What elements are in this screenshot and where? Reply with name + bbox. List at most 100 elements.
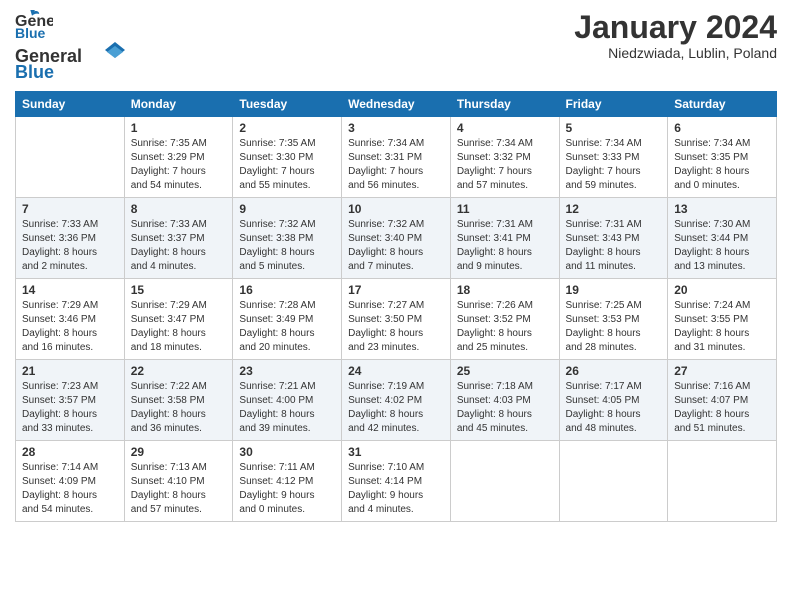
day-info: Sunrise: 7:21 AM Sunset: 4:00 PM Dayligh… — [239, 380, 335, 436]
day-cell — [450, 441, 559, 522]
day-number: 12 — [566, 202, 662, 216]
day-number: 16 — [239, 283, 335, 297]
day-cell: 8Sunrise: 7:33 AM Sunset: 3:37 PM Daylig… — [124, 198, 233, 279]
day-number: 6 — [674, 121, 770, 135]
day-info: Sunrise: 7:10 AM Sunset: 4:14 PM Dayligh… — [348, 461, 444, 517]
day-info: Sunrise: 7:33 AM Sunset: 3:36 PM Dayligh… — [22, 218, 118, 274]
day-cell: 30Sunrise: 7:11 AM Sunset: 4:12 PM Dayli… — [233, 441, 342, 522]
week-row-2: 7 Sunrise: 7:33 AM Sunset: 3:36 PM Daylig… — [16, 198, 777, 279]
day-cell: 2 Sunrise: 7:35 AM Sunset: 3:30 PM Daylig… — [233, 117, 342, 198]
day-number: 5 — [566, 121, 662, 135]
day-cell — [668, 441, 777, 522]
day-cell: 21 Sunrise: 7:23 AM Sunset: 3:57 PM Dayli… — [16, 360, 125, 441]
day-number: 24 — [348, 364, 444, 378]
day-info: Sunrise: 7:31 AM Sunset: 3:41 PM Dayligh… — [457, 218, 553, 274]
week-row-4: 21 Sunrise: 7:23 AM Sunset: 3:57 PM Dayli… — [16, 360, 777, 441]
day-number: 20 — [674, 283, 770, 297]
day-number: 11 — [457, 202, 553, 216]
day-number: 1 — [131, 121, 227, 135]
day-number: 31 — [348, 445, 444, 459]
calendar-table: SundayMondayTuesdayWednesdayThursdayFrid… — [15, 91, 777, 522]
day-info: Sunrise: 7:22 AM Sunset: 3:58 PM Dayligh… — [131, 380, 227, 436]
day-cell: 23Sunrise: 7:21 AM Sunset: 4:00 PM Dayli… — [233, 360, 342, 441]
day-info: Sunrise: 7:13 AM Sunset: 4:10 PM Dayligh… — [131, 461, 227, 517]
day-cell: 28Sunrise: 7:14 AM Sunset: 4:09 PM Dayli… — [16, 441, 125, 522]
day-info: Sunrise: 7:24 AM Sunset: 3:55 PM Dayligh… — [674, 299, 770, 355]
day-number: 14 — [22, 283, 118, 297]
day-number: 3 — [348, 121, 444, 135]
day-number: 19 — [566, 283, 662, 297]
day-cell: 22 Sunrise: 7:22 AM Sunset: 3:58 PM Dayli… — [124, 360, 233, 441]
day-cell: 16 Sunrise: 7:28 AM Sunset: 3:49 PM Dayli… — [233, 279, 342, 360]
day-number: 4 — [457, 121, 553, 135]
day-number: 10 — [348, 202, 444, 216]
day-info: Sunrise: 7:35 AM Sunset: 3:30 PM Dayligh… — [239, 137, 335, 193]
day-cell: 5 Sunrise: 7:34 AM Sunset: 3:33 PM Daylig… — [559, 117, 668, 198]
day-cell: 3 Sunrise: 7:34 AM Sunset: 3:31 PM Daylig… — [342, 117, 451, 198]
logo-full: General Blue — [15, 42, 125, 80]
day-cell — [16, 117, 125, 198]
day-cell: 13 Sunrise: 7:30 AM Sunset: 3:44 PM Dayli… — [668, 198, 777, 279]
day-cell: 10 Sunrise: 7:32 AM Sunset: 3:40 PM Dayli… — [342, 198, 451, 279]
day-info: Sunrise: 7:35 AM Sunset: 3:29 PM Dayligh… — [131, 137, 227, 193]
day-cell: 17 Sunrise: 7:27 AM Sunset: 3:50 PM Dayli… — [342, 279, 451, 360]
day-info: Sunrise: 7:34 AM Sunset: 3:33 PM Dayligh… — [566, 137, 662, 193]
day-number: 17 — [348, 283, 444, 297]
day-cell: 20 Sunrise: 7:24 AM Sunset: 3:55 PM Dayli… — [668, 279, 777, 360]
svg-text:Blue: Blue — [15, 62, 54, 80]
day-number: 9 — [239, 202, 335, 216]
day-info: Sunrise: 7:17 AM Sunset: 4:05 PM Dayligh… — [566, 380, 662, 436]
day-info: Sunrise: 7:29 AM Sunset: 3:47 PM Dayligh… — [131, 299, 227, 355]
day-cell: 29 Sunrise: 7:13 AM Sunset: 4:10 PM Dayli… — [124, 441, 233, 522]
day-info: Sunrise: 7:16 AM Sunset: 4:07 PM Dayligh… — [674, 380, 770, 436]
day-info: Sunrise: 7:25 AM Sunset: 3:53 PM Dayligh… — [566, 299, 662, 355]
day-cell: 7 Sunrise: 7:33 AM Sunset: 3:36 PM Daylig… — [16, 198, 125, 279]
day-cell: 12 Sunrise: 7:31 AM Sunset: 3:43 PM Dayli… — [559, 198, 668, 279]
day-info: Sunrise: 7:34 AM Sunset: 3:32 PM Dayligh… — [457, 137, 553, 193]
title-area: January 2024 Niedzwiada, Lublin, Poland — [574, 10, 777, 61]
day-cell: 6 Sunrise: 7:34 AM Sunset: 3:35 PM Daylig… — [668, 117, 777, 198]
day-number: 13 — [674, 202, 770, 216]
day-header-sunday: Sunday — [16, 92, 125, 117]
day-info: Sunrise: 7:19 AM Sunset: 4:02 PM Dayligh… — [348, 380, 444, 436]
day-info: Sunrise: 7:30 AM Sunset: 3:44 PM Dayligh… — [674, 218, 770, 274]
day-cell: 27Sunrise: 7:16 AM Sunset: 4:07 PM Dayli… — [668, 360, 777, 441]
day-number: 21 — [22, 364, 118, 378]
day-info: Sunrise: 7:27 AM Sunset: 3:50 PM Dayligh… — [348, 299, 444, 355]
day-cell: 11 Sunrise: 7:31 AM Sunset: 3:41 PM Dayli… — [450, 198, 559, 279]
day-header-tuesday: Tuesday — [233, 92, 342, 117]
day-info: Sunrise: 7:18 AM Sunset: 4:03 PM Dayligh… — [457, 380, 553, 436]
day-number: 22 — [131, 364, 227, 378]
page: General Blue General Blue January 2024 N… — [0, 0, 792, 612]
day-number: 26 — [566, 364, 662, 378]
day-cell — [559, 441, 668, 522]
day-number: 15 — [131, 283, 227, 297]
day-info: Sunrise: 7:23 AM Sunset: 3:57 PM Dayligh… — [22, 380, 118, 436]
logo-icon: General Blue — [15, 10, 53, 40]
day-info: Sunrise: 7:34 AM Sunset: 3:35 PM Dayligh… — [674, 137, 770, 193]
day-info: Sunrise: 7:11 AM Sunset: 4:12 PM Dayligh… — [239, 461, 335, 517]
day-cell: 14 Sunrise: 7:29 AM Sunset: 3:46 PM Dayli… — [16, 279, 125, 360]
day-cell: 25 Sunrise: 7:18 AM Sunset: 4:03 PM Dayli… — [450, 360, 559, 441]
day-cell: 9 Sunrise: 7:32 AM Sunset: 3:38 PM Daylig… — [233, 198, 342, 279]
day-number: 2 — [239, 121, 335, 135]
location: Niedzwiada, Lublin, Poland — [574, 45, 777, 61]
day-info: Sunrise: 7:34 AM Sunset: 3:31 PM Dayligh… — [348, 137, 444, 193]
day-info: Sunrise: 7:29 AM Sunset: 3:46 PM Dayligh… — [22, 299, 118, 355]
logo: General Blue General Blue — [15, 10, 125, 83]
day-number: 25 — [457, 364, 553, 378]
day-info: Sunrise: 7:32 AM Sunset: 3:38 PM Dayligh… — [239, 218, 335, 274]
week-row-5: 28Sunrise: 7:14 AM Sunset: 4:09 PM Dayli… — [16, 441, 777, 522]
day-info: Sunrise: 7:31 AM Sunset: 3:43 PM Dayligh… — [566, 218, 662, 274]
day-cell: 18Sunrise: 7:26 AM Sunset: 3:52 PM Dayli… — [450, 279, 559, 360]
day-info: Sunrise: 7:28 AM Sunset: 3:49 PM Dayligh… — [239, 299, 335, 355]
day-number: 29 — [131, 445, 227, 459]
svg-text:Blue: Blue — [15, 25, 46, 40]
day-cell: 24 Sunrise: 7:19 AM Sunset: 4:02 PM Dayli… — [342, 360, 451, 441]
day-info: Sunrise: 7:32 AM Sunset: 3:40 PM Dayligh… — [348, 218, 444, 274]
day-info: Sunrise: 7:33 AM Sunset: 3:37 PM Dayligh… — [131, 218, 227, 274]
day-number: 7 — [22, 202, 118, 216]
day-cell: 31 Sunrise: 7:10 AM Sunset: 4:14 PM Dayli… — [342, 441, 451, 522]
week-row-3: 14 Sunrise: 7:29 AM Sunset: 3:46 PM Dayli… — [16, 279, 777, 360]
day-cell: 19 Sunrise: 7:25 AM Sunset: 3:53 PM Dayli… — [559, 279, 668, 360]
